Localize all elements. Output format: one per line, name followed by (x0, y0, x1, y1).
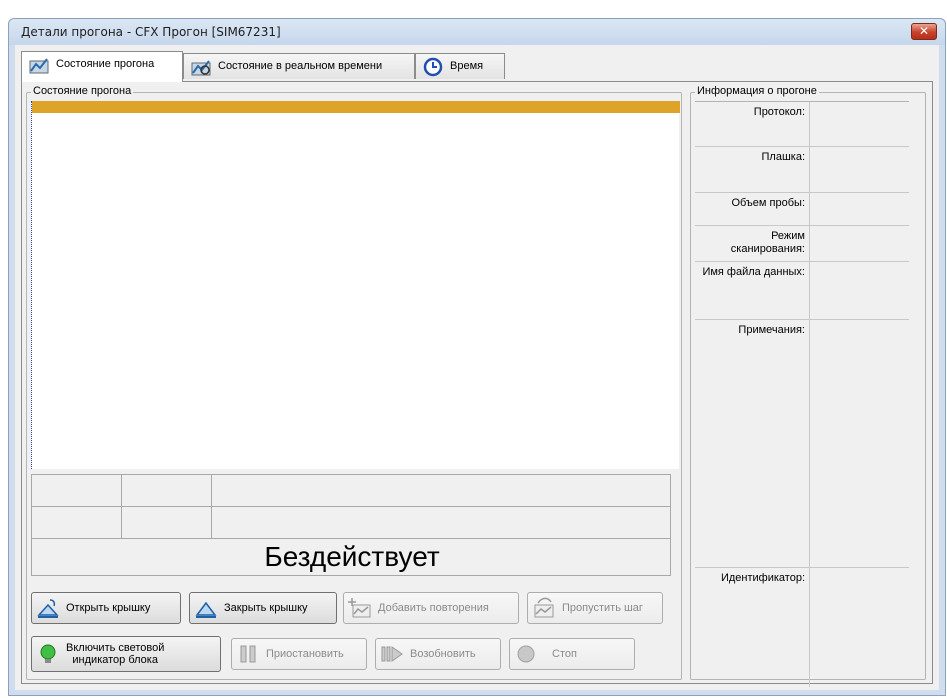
scan-mode-label: Режим сканирования: (730, 230, 805, 255)
run-status-grid: Бездействует (31, 474, 671, 576)
sample-volume-label: Объем пробы: (731, 197, 805, 209)
skip-step-label: Пропустить шаг (562, 602, 643, 614)
run-info-table: Протокол: Плашка: Объем пробы: Режим ска… (695, 101, 909, 687)
run-info-group: Информация о прогоне Протокол: Плашка: О… (690, 85, 926, 687)
skip-step-icon (534, 597, 554, 618)
protocol-value (809, 102, 909, 147)
info-row-data-file: Имя файла данных: (695, 262, 909, 320)
block-light-label-line2: индикатор блока (72, 654, 158, 666)
notes-value (809, 320, 909, 568)
run-details-window: Детали прогона - CFX Прогон [SIM67231] ✕… (8, 18, 946, 696)
window-client-area: Состояние прогона Состояние в реальном в… (15, 45, 939, 690)
block-light-label: Включить световой индикатор блока (66, 642, 164, 666)
close-icon: ✕ (918, 24, 930, 38)
run-status-area[interactable] (31, 101, 680, 469)
notes-label: Примечания: (738, 324, 805, 336)
resume-icon (381, 646, 403, 662)
grid-cell (32, 475, 122, 507)
grid-cell (32, 507, 122, 539)
resume-label: Возобновить (410, 648, 476, 660)
run-state-label: Бездействует (264, 541, 440, 572)
realtime-status-icon (191, 60, 211, 76)
run-status-progress-bar (32, 101, 680, 113)
stop-button[interactable]: Стоп (509, 638, 635, 670)
plate-label: Плашка: (761, 151, 806, 163)
window-title: Детали прогона - CFX Прогон [SIM67231] (21, 25, 281, 39)
add-repeats-label: Добавить повторения (378, 602, 489, 614)
run-info-group-title: Информация о прогоне (695, 85, 819, 97)
data-file-label: Имя файла данных: (702, 266, 805, 278)
info-row-plate: Плашка: (695, 147, 909, 193)
close-lid-icon (195, 601, 217, 618)
close-lid-button[interactable]: Закрыть крышку (189, 592, 337, 624)
tab-strip: Состояние прогона Состояние в реальном в… (21, 51, 931, 82)
info-row-identifier: Идентификатор: (695, 568, 909, 687)
grid-cell (122, 475, 212, 507)
tab-label: Состояние в реальном времени (218, 60, 383, 72)
plate-value (809, 147, 909, 193)
block-light-button[interactable]: Включить световой индикатор блока (31, 636, 221, 672)
open-lid-icon (37, 599, 59, 618)
grid-cell (212, 507, 670, 539)
pause-label: Приостановить (266, 648, 344, 660)
run-status-icon (29, 58, 49, 74)
scan-mode-value (809, 226, 909, 262)
title-bar[interactable]: Детали прогона - CFX Прогон [SIM67231] ✕ (9, 19, 945, 45)
tab-label: Состояние прогона (56, 58, 155, 70)
sample-volume-value (809, 193, 909, 226)
close-lid-label: Закрыть крышку (224, 602, 308, 614)
add-repeats-button[interactable]: Добавить повторения (343, 592, 519, 624)
close-button[interactable]: ✕ (911, 23, 937, 40)
clock-icon (423, 57, 443, 77)
resume-button[interactable]: Возобновить (375, 638, 501, 670)
data-file-value (809, 262, 909, 320)
grid-cell (212, 475, 670, 507)
stop-label: Стоп (552, 648, 577, 660)
info-row-protocol: Протокол: (695, 102, 909, 147)
pause-button[interactable]: Приостановить (231, 638, 367, 670)
info-row-notes: Примечания: (695, 320, 909, 568)
bulb-icon (40, 644, 56, 663)
stop-icon (517, 645, 535, 663)
open-lid-label: Открыть крышку (66, 602, 151, 614)
open-lid-button[interactable]: Открыть крышку (31, 592, 181, 624)
tab-run-status[interactable]: Состояние прогона (21, 51, 183, 82)
grid-cell (122, 507, 212, 539)
info-row-scan-mode: Режим сканирования: (695, 226, 909, 262)
pause-icon (240, 645, 256, 663)
tab-realtime-status[interactable]: Состояние в реальном времени (183, 53, 415, 79)
add-repeats-icon (348, 598, 371, 618)
info-row-sample-volume: Объем пробы: (695, 193, 909, 226)
tab-panel-run-status: Состояние прогона Бездействует Открыть к… (21, 81, 933, 687)
run-status-group-title: Состояние прогона (31, 85, 134, 97)
run-status-group: Состояние прогона Бездействует Открыть к… (26, 85, 682, 680)
tab-time[interactable]: Время (415, 53, 505, 79)
identifier-label: Идентификатор: (720, 572, 805, 584)
block-light-label-line1: Включить световой (66, 642, 165, 654)
protocol-label: Протокол: (753, 106, 805, 118)
tab-label: Время (450, 60, 484, 72)
identifier-value (809, 568, 909, 687)
skip-step-button[interactable]: Пропустить шаг (527, 592, 663, 624)
